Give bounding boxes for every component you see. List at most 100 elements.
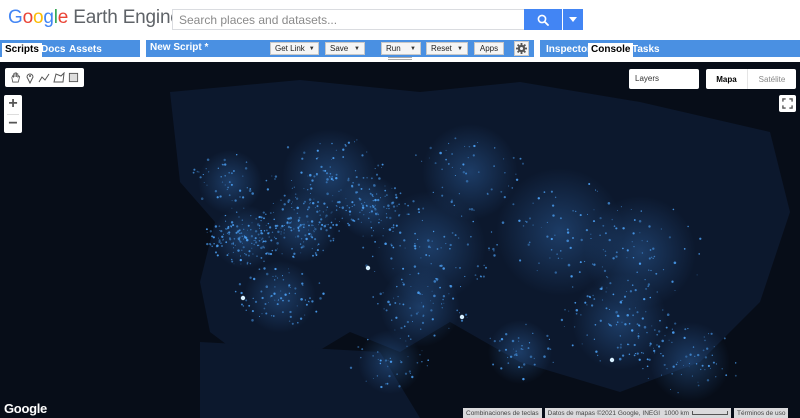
city-light — [505, 333, 508, 336]
city-light — [219, 242, 221, 244]
polygon-icon[interactable] — [53, 71, 66, 84]
reset-button[interactable]: Reset ▼ — [426, 42, 468, 55]
city-light — [659, 319, 661, 322]
city-light — [264, 240, 267, 243]
city-light — [331, 200, 333, 202]
city-light — [442, 298, 444, 301]
city-light — [331, 158, 333, 160]
zoom-in-button[interactable]: + — [4, 95, 22, 113]
tab-assets[interactable]: Assets — [66, 43, 105, 58]
logo-letter: o — [32, 7, 44, 28]
city-light — [290, 229, 293, 232]
map-type-satellite-button[interactable]: Satélite — [748, 69, 796, 89]
tab-tasks[interactable]: Tasks — [629, 43, 663, 58]
city-light — [254, 237, 257, 240]
city-light — [646, 331, 648, 334]
city-light — [392, 226, 395, 229]
settings-button[interactable] — [514, 41, 529, 56]
city-light — [421, 350, 423, 352]
city-light — [572, 237, 574, 239]
layers-button[interactable]: Layers — [629, 69, 699, 89]
city-light — [238, 232, 240, 234]
tab-docs[interactable]: Docs — [38, 43, 68, 58]
city-light — [449, 243, 452, 247]
city-light — [325, 172, 329, 175]
run-button[interactable]: Run ▼ — [381, 42, 421, 55]
city-light — [701, 364, 704, 367]
city-light — [281, 208, 285, 211]
city-light — [646, 240, 648, 242]
city-light — [397, 214, 401, 217]
city-light — [273, 315, 275, 317]
city-light — [441, 186, 444, 189]
search-input[interactable] — [172, 9, 524, 30]
city-light — [585, 228, 589, 232]
city-light — [316, 249, 319, 252]
city-light — [479, 275, 482, 277]
caret-down-icon[interactable]: ▼ — [305, 46, 315, 52]
city-light — [307, 221, 309, 223]
caret-down-icon[interactable]: ▼ — [453, 46, 463, 52]
city-light — [632, 256, 635, 259]
caret-down-icon[interactable]: ▼ — [350, 46, 360, 52]
city-light — [263, 230, 266, 232]
city-light — [500, 337, 504, 341]
rectangle-icon[interactable] — [67, 71, 80, 84]
city-light — [546, 221, 548, 223]
city-light — [566, 239, 569, 243]
polyline-icon[interactable] — [38, 71, 51, 84]
panel-resize-handle[interactable] — [388, 57, 412, 60]
reset-label: Reset — [431, 44, 452, 53]
tab-scripts[interactable]: Scripts — [2, 43, 42, 58]
city-light — [390, 257, 393, 260]
keyboard-shortcuts-link[interactable]: Combinaciones de teclas — [463, 408, 542, 418]
terms-of-use-link[interactable]: Términos de uso — [734, 408, 789, 418]
get-link-button[interactable]: Get Link ▼ — [270, 42, 319, 55]
tab-console[interactable]: Console — [588, 43, 634, 58]
city-light — [465, 172, 468, 175]
city-light — [286, 221, 289, 224]
city-light — [466, 243, 470, 246]
city-light — [293, 186, 295, 188]
city-light — [260, 229, 263, 232]
search-options-button[interactable] — [563, 9, 583, 30]
caret-down-icon[interactable]: ▼ — [406, 46, 416, 52]
hand-icon[interactable] — [9, 71, 22, 84]
city-light — [400, 360, 403, 364]
fullscreen-button[interactable] — [779, 95, 796, 112]
city-light — [303, 151, 306, 154]
city-light — [317, 156, 319, 159]
map-type-map-button[interactable]: Mapa — [706, 69, 748, 89]
script-name[interactable]: New Script * — [150, 42, 208, 53]
map-canvas[interactable]: + − Layers Mapa Satélite Google Combinac… — [0, 62, 800, 418]
city-light — [239, 196, 241, 198]
city-light — [232, 251, 234, 253]
city-light — [551, 204, 555, 207]
earth-engine-logo[interactable]: Google Earth Engine — [8, 7, 181, 29]
city-light — [241, 242, 244, 244]
city-light — [432, 230, 435, 233]
city-light — [396, 205, 398, 207]
city-light — [377, 358, 379, 361]
light-glow — [422, 124, 518, 220]
city-light — [257, 244, 259, 247]
zoom-out-button[interactable]: − — [4, 115, 22, 133]
save-button[interactable]: Save ▼ — [325, 42, 365, 55]
city-light — [230, 183, 233, 186]
city-light — [252, 253, 254, 255]
city-light — [403, 325, 406, 328]
apps-button[interactable]: Apps — [474, 42, 504, 55]
city-light — [687, 225, 689, 228]
marker-icon[interactable] — [23, 71, 36, 84]
city-light — [552, 361, 554, 363]
city-light — [311, 233, 313, 235]
city-light — [442, 267, 445, 270]
city-light — [687, 328, 689, 330]
city-light — [271, 249, 274, 252]
city-light — [526, 221, 528, 223]
city-light — [386, 382, 389, 385]
city-light — [296, 305, 298, 307]
city-light — [297, 229, 301, 232]
tab-inspector[interactable]: Inspector — [543, 43, 594, 58]
search-button[interactable] — [524, 9, 562, 30]
